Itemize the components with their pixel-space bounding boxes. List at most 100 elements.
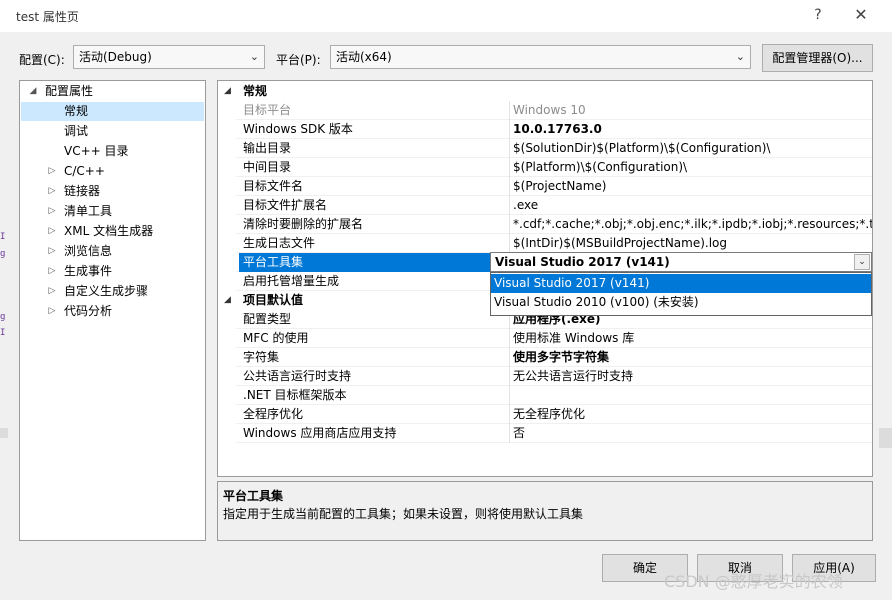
column-divider — [509, 101, 510, 120]
column-divider — [509, 424, 510, 443]
config-select-value: 活动(Debug) — [79, 50, 152, 64]
tree-item-vc-directories[interactable]: VC++ 目录 — [20, 142, 205, 161]
background-editor-fragment: g — [0, 249, 6, 259]
column-divider — [509, 196, 510, 215]
platform-select-value: 活动(x64) — [336, 50, 392, 64]
expand-icon[interactable]: ▷ — [47, 262, 57, 281]
property-value: $(IntDir)$(MSBuildProjectName).log — [513, 236, 728, 250]
column-divider — [509, 405, 510, 424]
property-row[interactable]: 生成日志文件 $(IntDir)$(MSBuildProjectName).lo… — [236, 234, 872, 253]
property-name: 配置类型 — [243, 312, 292, 326]
tree-item-c-cpp[interactable]: ▷ C/C++ — [20, 162, 205, 181]
property-value: $(ProjectName) — [513, 179, 607, 193]
tree-item-label: 浏览信息 — [64, 244, 113, 258]
platform-toolset-select[interactable]: Visual Studio 2017 (v141) ⌄ — [490, 252, 872, 272]
property-value: 使用多字节字符集 — [513, 350, 610, 364]
column-divider — [509, 329, 510, 348]
title-bar: test 属性页 ? ✕ — [0, 0, 892, 32]
tree-item-custom-build-step[interactable]: ▷ 自定义生成步骤 — [20, 282, 205, 301]
property-value: 使用标准 Windows 库 — [513, 331, 635, 345]
property-value: 否 — [513, 426, 526, 440]
column-divider — [509, 139, 510, 158]
collapse-icon[interactable]: ◢ — [224, 291, 231, 310]
expand-icon[interactable]: ▷ — [47, 302, 57, 321]
chevron-down-icon: ⌄ — [735, 50, 745, 63]
tree-item-xml-doc-generator[interactable]: ▷ XML 文档生成器 — [20, 222, 205, 241]
property-row[interactable]: 输出目录 $(SolutionDir)$(Platform)\$(Configu… — [236, 139, 872, 158]
property-name: 中间目录 — [243, 160, 292, 174]
chevron-down-icon[interactable]: ⌄ — [854, 254, 870, 270]
tree-item-browse-info[interactable]: ▷ 浏览信息 — [20, 242, 205, 261]
property-row[interactable]: 中间目录 $(Platform)\$(Configuration)\ — [236, 158, 872, 177]
column-divider — [509, 386, 510, 405]
property-name: 目标平台 — [243, 103, 292, 117]
property-row[interactable]: 清除时要删除的扩展名 *.cdf;*.cache;*.obj;*.obj.enc… — [236, 215, 872, 234]
section-title: 常规 — [243, 84, 268, 98]
property-name: 目标文件扩展名 — [243, 198, 328, 212]
property-row[interactable]: MFC 的使用 使用标准 Windows 库 — [236, 329, 872, 348]
property-name: Windows 应用商店应用支持 — [243, 426, 397, 440]
property-row[interactable]: Windows SDK 版本 10.0.17763.0 — [236, 120, 872, 139]
background-editor-fragment: g — [0, 312, 6, 322]
expand-icon[interactable]: ◢ — [28, 82, 38, 101]
tree-item-label: 清单工具 — [64, 204, 113, 218]
tree-item-label: 配置属性 — [45, 84, 94, 98]
tree-item-general[interactable]: 常规 — [21, 102, 204, 121]
property-row[interactable]: 目标文件扩展名 .exe — [236, 196, 872, 215]
tree-item-code-analysis[interactable]: ▷ 代码分析 — [20, 302, 205, 321]
tree-item-label: 调试 — [64, 124, 89, 138]
property-name: 全程序优化 — [243, 407, 304, 421]
property-row[interactable]: .NET 目标框架版本 — [236, 386, 872, 405]
property-row[interactable]: 公共语言运行时支持 无公共语言运行时支持 — [236, 367, 872, 386]
property-value: Windows 10 — [513, 103, 586, 117]
tree-item-manifest-tool[interactable]: ▷ 清单工具 — [20, 202, 205, 221]
property-name: 生成日志文件 — [243, 236, 316, 250]
property-name: MFC 的使用 — [243, 331, 309, 345]
property-tree[interactable]: ◢ 配置属性 常规 调试 VC++ 目录 ▷ C/C++ ▷ 链接器 ▷ 清单工… — [19, 80, 206, 541]
expand-icon[interactable]: ▷ — [47, 242, 57, 261]
expand-icon[interactable]: ▷ — [47, 222, 57, 241]
platform-toolset-dropdown-list[interactable]: Visual Studio 2017 (v141) Visual Studio … — [490, 272, 872, 316]
property-name: 平台工具集 — [239, 253, 509, 272]
expand-icon[interactable]: ▷ — [47, 202, 57, 221]
property-name: 字符集 — [243, 350, 280, 364]
help-button[interactable]: ? — [806, 4, 830, 26]
column-divider — [509, 367, 510, 386]
tree-item-label: 常规 — [64, 104, 89, 118]
tree-item-config-properties[interactable]: ◢ 配置属性 — [20, 82, 205, 101]
column-divider — [509, 234, 510, 253]
column-divider — [509, 158, 510, 177]
chevron-down-icon: ⌄ — [249, 50, 259, 63]
expand-icon[interactable]: ▷ — [47, 182, 57, 201]
tree-item-label: VC++ 目录 — [64, 144, 129, 158]
section-header-general[interactable]: ◢ 常规 — [218, 82, 872, 101]
dropdown-option[interactable]: Visual Studio 2017 (v141) — [491, 274, 871, 293]
column-divider — [509, 348, 510, 367]
expand-icon[interactable]: ▷ — [47, 282, 57, 301]
tree-item-debugging[interactable]: 调试 — [20, 122, 205, 141]
property-value: 无公共语言运行时支持 — [513, 369, 634, 383]
property-row[interactable]: 全程序优化 无全程序优化 — [236, 405, 872, 424]
expand-icon[interactable]: ▷ — [47, 162, 57, 181]
collapse-icon[interactable]: ◢ — [224, 82, 231, 101]
property-name: 公共语言运行时支持 — [243, 369, 352, 383]
tree-item-linker[interactable]: ▷ 链接器 — [20, 182, 205, 201]
close-icon[interactable]: ✕ — [847, 4, 875, 26]
property-row[interactable]: 目标文件名 $(ProjectName) — [236, 177, 872, 196]
column-divider — [509, 120, 510, 139]
tree-item-build-events[interactable]: ▷ 生成事件 — [20, 262, 205, 281]
property-value: 无全程序优化 — [513, 407, 586, 421]
config-select[interactable]: 活动(Debug) ⌄ — [73, 45, 265, 69]
property-row[interactable]: 目标平台 Windows 10 — [236, 101, 872, 120]
property-row[interactable]: Windows 应用商店应用支持 否 — [236, 424, 872, 443]
platform-select[interactable]: 活动(x64) ⌄ — [330, 45, 751, 69]
property-value: $(SolutionDir)$(Platform)\$(Configuratio… — [513, 141, 771, 155]
dropdown-option[interactable]: Visual Studio 2010 (v100) (未安装) — [491, 293, 871, 312]
property-row[interactable]: 字符集 使用多字节字符集 — [236, 348, 872, 367]
watermark: CSDN @憨厚老实的农领 — [664, 572, 843, 591]
property-name: 清除时要删除的扩展名 — [243, 217, 364, 231]
property-value: .exe — [513, 198, 539, 212]
platform-toolset-value: Visual Studio 2017 (v141) — [495, 255, 670, 269]
config-manager-button[interactable]: 配置管理器(O)... — [762, 44, 873, 72]
property-name: 输出目录 — [243, 141, 292, 155]
